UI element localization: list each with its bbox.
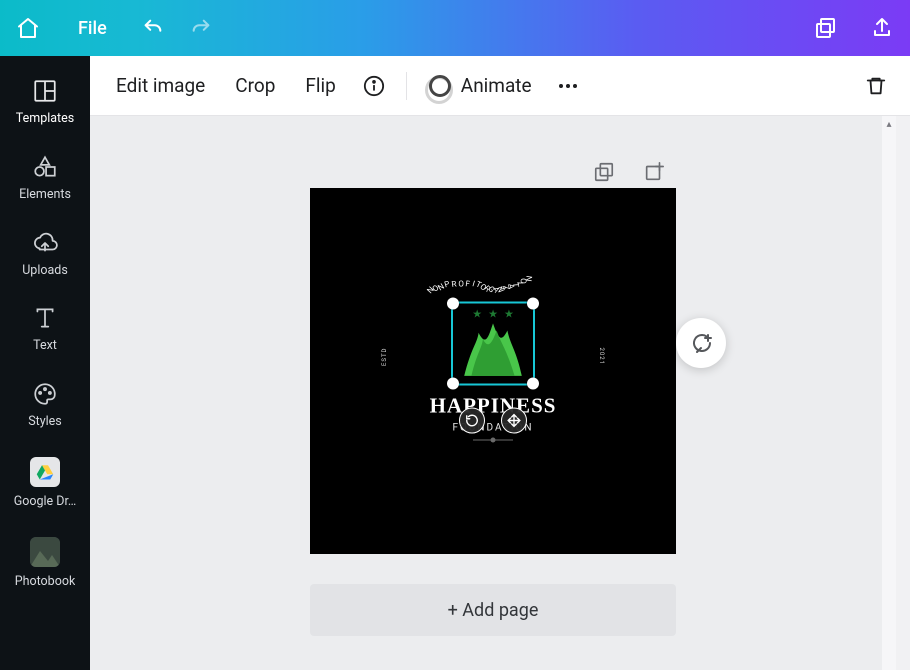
- topbar-right-group: [798, 0, 910, 56]
- add-page-icon: [643, 161, 665, 183]
- sidebar-item-google-drive[interactable]: Google Dr…: [0, 443, 90, 523]
- export-icon: [870, 16, 894, 40]
- photobook-icon: [30, 537, 60, 567]
- home-button[interactable]: [0, 0, 56, 56]
- sidebar-item-label: Photobook: [15, 575, 76, 589]
- selected-graphic[interactable]: ★★★: [451, 302, 535, 386]
- logo-right-text: 2021: [598, 348, 605, 366]
- more-icon: [556, 74, 580, 98]
- logo-divider: [473, 440, 513, 441]
- top-app-bar: File: [0, 0, 910, 56]
- sidebar-item-elements[interactable]: Elements: [0, 140, 90, 216]
- trash-icon: [865, 75, 887, 97]
- logo-group: NON PROFIT ORGANIZATION ESTD 2021 ★★★: [403, 302, 583, 441]
- canvas-stage: ▴ NON PROFIT ORGANIZATION ESTD 2021 ★★★: [90, 116, 896, 670]
- more-options-button[interactable]: [548, 66, 588, 106]
- sidebar-item-label: Elements: [19, 188, 71, 202]
- duplicate-page-button[interactable]: [590, 158, 618, 186]
- crop-label: Crop: [235, 74, 275, 97]
- sidebar-item-templates[interactable]: Templates: [0, 64, 90, 140]
- add-page-above-button[interactable]: [640, 158, 668, 186]
- text-icon: [32, 305, 58, 331]
- stage-scrollbar[interactable]: ▴: [882, 116, 896, 670]
- google-drive-icon: [30, 457, 60, 487]
- animate-button[interactable]: Animate: [419, 70, 542, 101]
- logo-arc-text: NON PROFIT ORGANIZATION: [421, 280, 564, 289]
- edit-image-label: Edit image: [116, 74, 205, 97]
- sidebar-item-label: Text: [33, 339, 57, 353]
- add-page-label: + Add page: [448, 600, 539, 621]
- topbar-left-group: File: [0, 0, 225, 56]
- sidebar-item-uploads[interactable]: Uploads: [0, 216, 90, 292]
- undo-button[interactable]: [129, 0, 177, 56]
- flip-label: Flip: [305, 74, 335, 97]
- sidebar-item-label: Uploads: [22, 264, 68, 278]
- flip-button[interactable]: Flip: [293, 68, 347, 103]
- resize-handle-top-right[interactable]: [527, 298, 539, 310]
- home-icon: [16, 16, 40, 40]
- left-sidebar: Templates Elements Uploads Text Styles G…: [0, 56, 90, 670]
- sidebar-item-photobook[interactable]: Photobook: [0, 523, 90, 603]
- context-toolbar: Edit image Crop Flip Animate: [90, 56, 910, 116]
- sidebar-item-label: Styles: [28, 415, 62, 429]
- move-handle[interactable]: [501, 408, 527, 434]
- templates-icon: [32, 78, 58, 104]
- edit-image-button[interactable]: Edit image: [104, 68, 217, 103]
- resize-handle-top-left[interactable]: [447, 298, 459, 310]
- elements-icon: [32, 154, 58, 180]
- design-canvas[interactable]: NON PROFIT ORGANIZATION ESTD 2021 ★★★: [310, 188, 676, 554]
- resize-button[interactable]: [798, 0, 854, 56]
- resize-handle-bottom-left[interactable]: [447, 378, 459, 390]
- uploads-icon: [32, 230, 58, 256]
- styles-icon: [32, 381, 58, 407]
- sidebar-item-label: Templates: [16, 112, 74, 126]
- file-menu-label: File: [78, 18, 107, 39]
- add-comment-button[interactable]: [676, 318, 726, 368]
- export-button[interactable]: [854, 0, 910, 56]
- info-button[interactable]: [354, 66, 394, 106]
- move-icon: [507, 414, 521, 428]
- sidebar-item-text[interactable]: Text: [0, 291, 90, 367]
- redo-icon: [190, 17, 212, 39]
- redo-button[interactable]: [177, 0, 225, 56]
- selection-box: [451, 302, 535, 386]
- rotate-icon: [465, 414, 479, 428]
- animate-label: Animate: [461, 74, 532, 97]
- crop-button[interactable]: Crop: [223, 68, 287, 103]
- selection-action-row: [459, 408, 527, 434]
- info-icon: [363, 75, 385, 97]
- delete-button[interactable]: [856, 66, 896, 106]
- add-page-button[interactable]: + Add page: [310, 584, 676, 636]
- duplicate-icon: [593, 161, 615, 183]
- toolbar-separator: [406, 72, 407, 100]
- sidebar-item-label: Google Dr…: [14, 495, 77, 509]
- animate-icon: [429, 75, 451, 97]
- rotate-handle[interactable]: [459, 408, 485, 434]
- logo-left-text: ESTD: [381, 348, 388, 367]
- resize-icon: [814, 16, 838, 40]
- page-tools: [590, 158, 668, 186]
- sidebar-item-styles[interactable]: Styles: [0, 367, 90, 443]
- comment-plus-icon: [689, 331, 713, 355]
- undo-icon: [142, 17, 164, 39]
- file-menu-button[interactable]: File: [56, 0, 129, 56]
- resize-handle-bottom-right[interactable]: [527, 378, 539, 390]
